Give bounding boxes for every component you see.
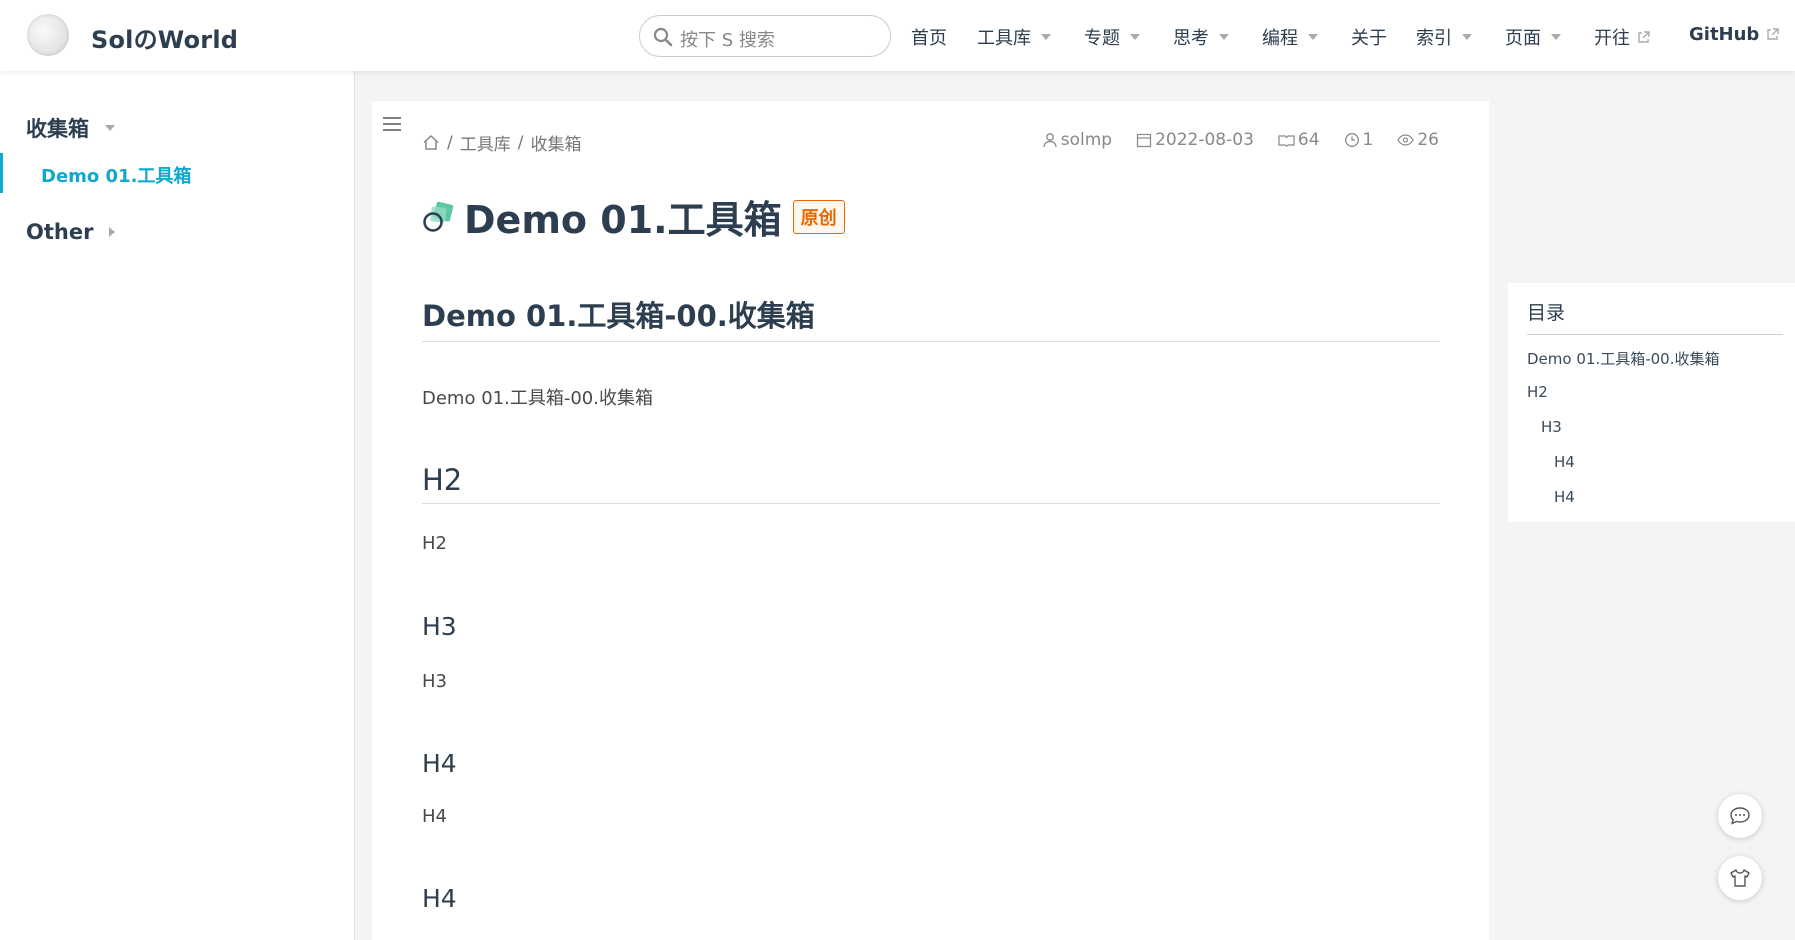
search-icon: [653, 27, 673, 47]
nav-tools-label: 工具库: [977, 28, 1031, 49]
section-text-demo: Demo 01.工具箱-00.收集箱: [422, 388, 653, 409]
search-input[interactable]: 按下 S 搜索: [639, 15, 891, 57]
toc-item[interactable]: H4: [1554, 453, 1575, 471]
sidebar: 收集箱 Demo 01.工具箱 Other: [0, 71, 355, 940]
breadcrumb-inbox[interactable]: 收集箱: [530, 130, 581, 155]
breadcrumb: / 工具库 / 收集箱: [422, 130, 581, 155]
section-text-h4: H4: [422, 806, 447, 827]
sidebar-item-label: Demo 01.工具箱: [41, 166, 192, 187]
meta-author-text: solmp: [1060, 130, 1113, 150]
chevron-down-icon: [1551, 34, 1561, 40]
comment-button[interactable]: [1718, 794, 1762, 838]
section-heading-demo: Demo 01.工具箱-00.收集箱: [422, 293, 1440, 342]
top-navbar: SolのWorld 按下 S 搜索 首页 工具库 专题 思考 编程 关于 索引 …: [0, 0, 1795, 71]
meta-read-time-text: 1: [1362, 130, 1374, 150]
external-link-icon: [1767, 28, 1780, 40]
breadcrumb-tools[interactable]: 工具库: [460, 130, 511, 155]
chevron-down-icon: [1462, 34, 1472, 40]
nav-home[interactable]: 首页: [911, 24, 947, 50]
search-placeholder: 按下 S 搜索: [680, 30, 775, 51]
theme-button[interactable]: [1718, 856, 1762, 900]
clock-icon: [1344, 133, 1359, 147]
toc-item[interactable]: Demo 01.工具箱-00.收集箱: [1527, 348, 1719, 369]
section-heading-h2: H2: [422, 463, 1440, 504]
nav-topics-label: 专题: [1084, 28, 1120, 49]
site-logo[interactable]: [27, 14, 69, 56]
original-badge: 原创: [792, 199, 845, 234]
chevron-down-icon: [1041, 34, 1051, 40]
nav-travelling[interactable]: 开往: [1594, 24, 1650, 50]
table-of-contents: 目录 Demo 01.工具箱-00.收集箱 H2 H3 H4 H4: [1508, 283, 1795, 522]
sidebar-group-label: 收集箱: [26, 117, 89, 141]
sidebar-group-other[interactable]: Other: [26, 220, 116, 244]
sidebar-group-label: Other: [26, 220, 94, 244]
nav-topics[interactable]: 专题: [1084, 24, 1140, 50]
meta-author[interactable]: solmp: [1042, 130, 1112, 150]
section-text-h2: H2: [422, 533, 447, 554]
sidebar-group-inbox[interactable]: 收集箱: [26, 113, 115, 143]
article-title: Demo 01.工具箱 原创: [422, 189, 845, 244]
nav-index[interactable]: 索引: [1416, 24, 1472, 50]
nav-home-label: 首页: [911, 28, 947, 49]
note-icon: [423, 201, 454, 232]
nav-about-label: 关于: [1351, 28, 1387, 49]
nav-github-label: GitHub: [1689, 24, 1760, 45]
section-heading-h3: H3: [422, 612, 457, 641]
book-icon: [1278, 135, 1295, 147]
meta-date-text: 2022-08-03: [1155, 130, 1254, 150]
site-name[interactable]: SolのWorld: [91, 20, 238, 55]
toc-item[interactable]: H3: [1541, 418, 1562, 436]
meta-words-text: 64: [1297, 130, 1320, 150]
meta-views: 26: [1397, 130, 1439, 150]
section-text-h3: H3: [422, 671, 447, 692]
nav-pages[interactable]: 页面: [1505, 24, 1561, 50]
nav-thoughts[interactable]: 思考: [1173, 24, 1229, 50]
nav-about[interactable]: 关于: [1351, 24, 1387, 50]
calendar-icon: [1136, 133, 1152, 148]
nav-programming-label: 编程: [1262, 28, 1298, 49]
sidebar-item-demo-toolbox[interactable]: Demo 01.工具箱: [0, 153, 355, 193]
nav-pages-label: 页面: [1505, 28, 1541, 49]
user-icon: [1043, 133, 1057, 148]
toc-item[interactable]: H4: [1554, 488, 1575, 506]
breadcrumb-separator: /: [517, 132, 524, 153]
section-heading-h4-2: H4: [422, 884, 457, 913]
nav-index-label: 索引: [1416, 28, 1452, 49]
chevron-right-icon: [109, 227, 116, 237]
chevron-down-icon: [1219, 34, 1229, 40]
section-heading-h4: H4: [422, 749, 457, 778]
breadcrumb-separator: /: [447, 132, 453, 153]
nav-github[interactable]: GitHub: [1689, 24, 1780, 45]
meta-views-text: 26: [1417, 130, 1439, 150]
chevron-down-icon: [1308, 34, 1318, 40]
chevron-down-icon: [1130, 34, 1140, 40]
toc-title: 目录: [1527, 298, 1783, 335]
shirt-icon: [1730, 869, 1750, 887]
nav-thoughts-label: 思考: [1173, 28, 1209, 49]
meta-words: 64: [1278, 130, 1320, 150]
meta-date: 2022-08-03: [1136, 130, 1254, 150]
article-title-text: Demo 01.工具箱: [464, 198, 782, 242]
meta-read-time: 1: [1344, 130, 1374, 150]
article-card: / 工具库 / 收集箱 solmp 2022-08-03 64 1 26 Dem…: [372, 101, 1489, 940]
nav-travelling-label: 开往: [1594, 28, 1630, 49]
menu-toggle-icon[interactable]: [382, 115, 402, 133]
nav-programming[interactable]: 编程: [1262, 24, 1318, 50]
external-link-icon: [1638, 30, 1650, 43]
eye-icon: [1397, 134, 1415, 146]
toc-item[interactable]: H2: [1527, 383, 1548, 401]
home-icon[interactable]: [422, 134, 440, 152]
chevron-down-icon: [105, 125, 115, 131]
nav-tools[interactable]: 工具库: [977, 24, 1051, 50]
comment-icon: [1730, 807, 1750, 825]
article-meta: solmp 2022-08-03 64 1 26: [1018, 130, 1439, 150]
